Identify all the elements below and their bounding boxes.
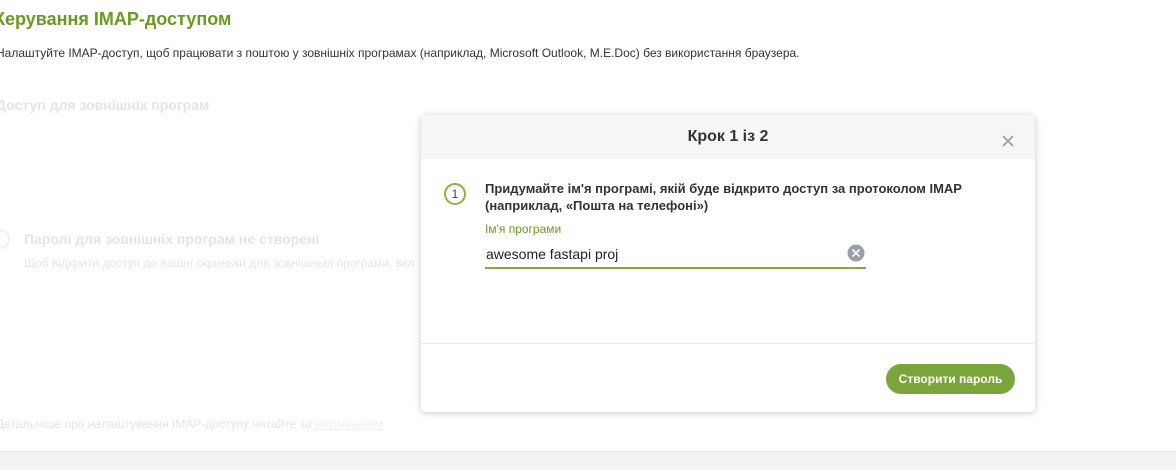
step-instruction: Придумайте ім'я програмі, якій буде відк… xyxy=(485,181,962,213)
clear-input-icon[interactable] xyxy=(847,244,865,262)
page-description: Налаштуйте IMAP-доступ, щоб працювати з … xyxy=(0,46,800,60)
create-password-button[interactable]: Створити пароль xyxy=(886,364,1015,394)
close-icon[interactable] xyxy=(999,132,1017,150)
dialog-title: Крок 1 із 2 xyxy=(687,128,769,145)
page-title: Керування IMAP-доступом xyxy=(0,9,232,29)
section-heading: Доступ для зовнішніх програм xyxy=(0,97,210,113)
step-number-badge: 1 xyxy=(444,183,466,205)
empty-state-title: Паролі для зовнішніх програм не створені xyxy=(24,231,320,247)
more-info-text: Детальніше про налаштування IMAP-доступу… xyxy=(0,417,316,431)
dialog-divider xyxy=(421,343,1035,344)
more-info: Детальніше про налаштування IMAP-доступу… xyxy=(0,417,383,431)
more-info-link[interactable]: посиланням xyxy=(315,417,383,431)
app-name-label: Ім'я програми xyxy=(485,222,562,236)
dialog-header: Крок 1 із 2 xyxy=(421,115,1035,159)
imap-step-dialog: Крок 1 із 2 1 Придумайте ім'я програмі, … xyxy=(421,115,1035,412)
app-name-input[interactable] xyxy=(485,243,836,265)
empty-state-text: Щоб відкрити доступ до вашої скриньки дл… xyxy=(24,256,415,270)
page-bottom-bar xyxy=(0,451,1176,470)
app-name-field xyxy=(485,239,866,269)
empty-state-icon xyxy=(0,229,10,249)
